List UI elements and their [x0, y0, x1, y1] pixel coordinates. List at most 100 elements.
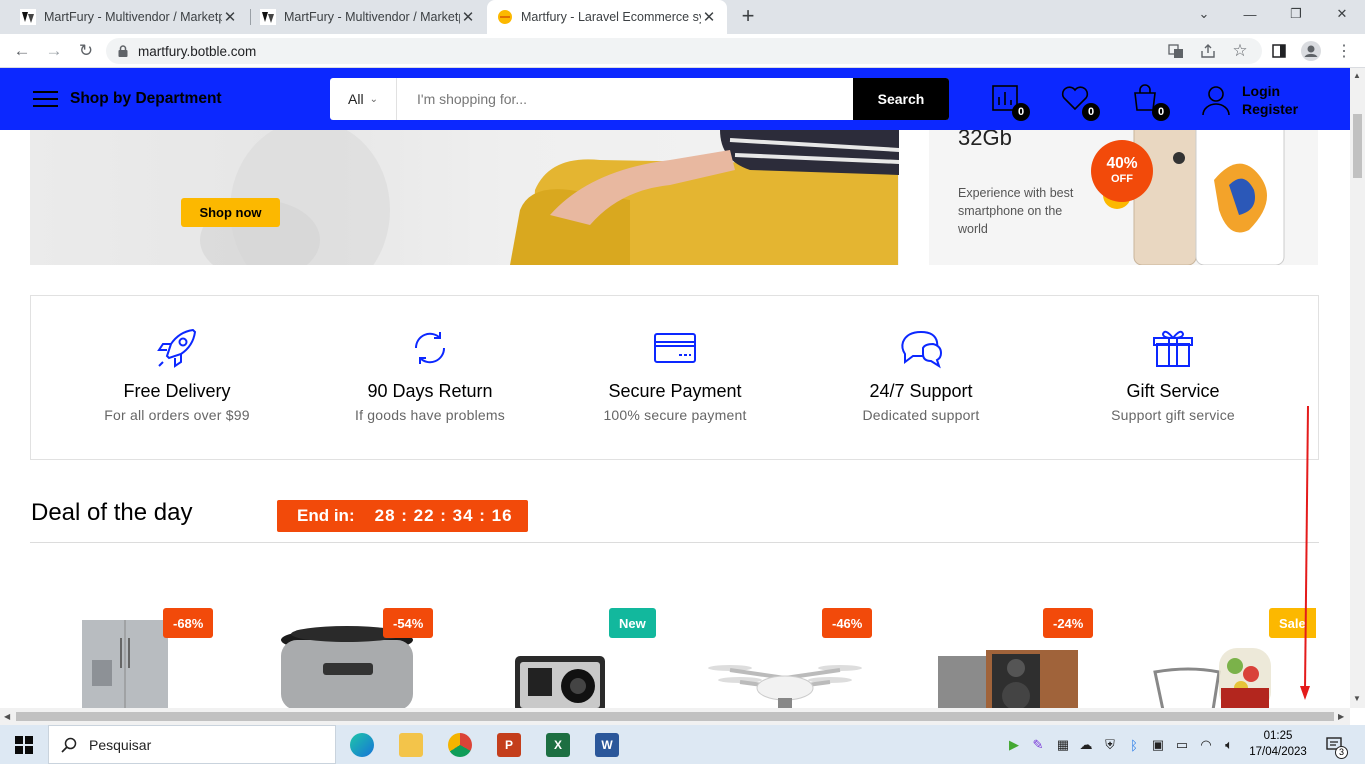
clock-time: 01:25 — [1263, 730, 1293, 742]
department-label: Shop by Department — [70, 90, 222, 107]
product-search-form: All ⌄ Search — [330, 78, 949, 120]
page-viewport: Shop by Department All ⌄ Search 0 0 0 Lo… — [0, 68, 1350, 708]
word-icon[interactable]: W — [595, 733, 619, 757]
register-link[interactable]: Register — [1242, 100, 1298, 118]
taskbar-clock[interactable]: 01:25 17/04/2023 — [1245, 728, 1311, 760]
user-icon — [1202, 86, 1230, 116]
close-tab-icon[interactable]: ✕ — [701, 8, 717, 26]
tab-title: MartFury - Multivendor / Marketp — [44, 10, 222, 24]
more-menu-icon[interactable]: ⋮ — [1334, 41, 1354, 61]
site-header: Shop by Department All ⌄ Search 0 0 0 Lo… — [0, 68, 1350, 130]
shop-by-department-menu[interactable]: Shop by Department — [33, 86, 222, 112]
hero-banner[interactable]: Shop now — [30, 130, 899, 265]
martfury-favicon — [498, 10, 512, 24]
chat-icon — [901, 330, 943, 369]
discount-off-label: OFF — [1111, 173, 1133, 185]
deal-of-the-day-heading: Deal of the day — [31, 499, 193, 526]
feature-title: 24/7 Support — [869, 381, 973, 401]
network-monitor-icon[interactable]: ▦ — [1055, 737, 1071, 753]
pen-icon[interactable]: ✎ — [1030, 737, 1046, 753]
wifi-icon[interactable]: ◠ — [1198, 737, 1214, 753]
minimize-button[interactable]: — — [1227, 0, 1273, 28]
url-text: martfury.botble.com — [138, 43, 257, 59]
scroll-up-arrow-icon[interactable]: ▲ — [1353, 71, 1361, 80]
browser-tab-2[interactable]: MartFury - Multivendor / Marketp ✕ — [250, 0, 486, 34]
product-card[interactable]: -46% — [700, 608, 900, 708]
taskbar-search-text: Pesquisar — [89, 736, 152, 753]
search-input[interactable] — [397, 78, 853, 120]
scroll-left-arrow-icon[interactable]: ◀ — [4, 712, 10, 721]
cloud-offline-icon[interactable]: ☁ — [1078, 737, 1094, 753]
product-card[interactable]: New — [490, 608, 690, 708]
search-category-value: All — [348, 91, 364, 107]
product-tag: -54% — [383, 608, 434, 638]
feature-support: 24/7 Support Dedicated support — [801, 296, 1041, 423]
vertical-scrollbar[interactable]: ▲ ▼ — [1350, 68, 1365, 708]
back-icon[interactable]: ← — [10, 39, 34, 63]
countdown-value: 28 : 22 : 34 : 16 — [374, 506, 513, 525]
wishlist-count-badge: 0 — [1082, 103, 1100, 121]
discount-badge: 40% OFF — [1091, 140, 1153, 202]
reload-icon[interactable]: ↻ — [74, 39, 98, 63]
file-explorer-icon[interactable] — [399, 733, 423, 757]
martfury-favicon — [20, 9, 36, 25]
feature-title: Secure Payment — [608, 381, 742, 401]
windows-start-icon[interactable] — [15, 736, 33, 754]
cart-button[interactable]: 0 — [1130, 83, 1170, 121]
search-category-select[interactable]: All ⌄ — [330, 78, 397, 120]
clock-date: 17/04/2023 — [1249, 746, 1307, 758]
close-tab-icon[interactable]: ✕ — [222, 8, 238, 26]
blender-icon — [1153, 648, 1271, 708]
wishlist-button[interactable]: 0 — [1060, 83, 1100, 121]
cart-count-badge: 0 — [1152, 103, 1170, 121]
martfury-favicon — [260, 9, 276, 25]
bookmark-star-icon[interactable]: ☆ — [1230, 41, 1250, 61]
media-player-icon[interactable]: ▶ — [1006, 737, 1022, 753]
tab-search-icon[interactable]: ⌄ — [1181, 0, 1227, 28]
address-bar[interactable]: martfury.botble.com — [106, 38, 1262, 64]
countdown-label: End in: — [297, 506, 355, 525]
scrollbar-thumb[interactable] — [16, 712, 1334, 721]
shop-now-button[interactable]: Shop now — [181, 198, 280, 227]
chrome-icon[interactable] — [448, 733, 472, 757]
product-card[interactable]: -68% — [30, 608, 230, 708]
edge-icon[interactable] — [350, 733, 374, 757]
new-tab-button[interactable]: + — [737, 3, 759, 31]
side-panel-icon[interactable] — [1269, 41, 1289, 61]
battery-icon[interactable]: ▭ — [1174, 737, 1190, 753]
scroll-down-arrow-icon[interactable]: ▼ — [1353, 694, 1361, 703]
security-shield-icon[interactable]: ⛨ — [1102, 737, 1118, 753]
browser-tab-1[interactable]: MartFury - Multivendor / Marketp ✕ — [10, 0, 248, 34]
powerpoint-icon[interactable]: P — [497, 733, 521, 757]
browser-tab-strip: MartFury - Multivendor / Marketp ✕ MartF… — [0, 0, 1365, 34]
search-button[interactable]: Search — [853, 78, 949, 120]
feature-title: 90 Days Return — [367, 381, 493, 401]
browser-tab-3-active[interactable]: Martfury - Laravel Ecommerce sy ✕ — [487, 0, 727, 34]
close-window-button[interactable]: ✕ — [1319, 0, 1365, 28]
discount-percent: 40% — [1106, 155, 1138, 172]
translate-icon[interactable] — [1166, 41, 1186, 61]
features-bar: Free Delivery For all orders over $99 90… — [30, 295, 1319, 460]
profile-avatar-icon[interactable] — [1301, 41, 1321, 61]
product-card[interactable]: Sale — [1149, 608, 1349, 708]
product-tag: -46% — [822, 608, 873, 638]
scrollbar-thumb[interactable] — [1353, 114, 1362, 178]
volume-icon[interactable]: 🔈︎ — [1221, 737, 1237, 753]
promo-banner-phone[interactable]: 32Gb Experience with best smartphone on … — [929, 130, 1318, 265]
taskbar-search[interactable]: Pesquisar — [48, 725, 336, 764]
restore-button[interactable]: ❐ — [1273, 0, 1319, 28]
device-icon[interactable]: ▣ — [1150, 737, 1166, 753]
refresh-icon — [414, 332, 446, 364]
compare-button[interactable]: 0 — [990, 83, 1030, 121]
product-card[interactable]: -54% — [253, 608, 453, 708]
share-icon[interactable] — [1198, 41, 1218, 61]
horizontal-scrollbar[interactable]: ◀ ▶ — [0, 708, 1350, 725]
search-icon — [61, 737, 77, 753]
bluetooth-icon[interactable]: ᛒ — [1126, 737, 1142, 753]
login-link[interactable]: Login — [1242, 82, 1298, 100]
excel-icon[interactable]: X — [546, 733, 570, 757]
close-tab-icon[interactable]: ✕ — [460, 8, 476, 26]
scroll-right-arrow-icon[interactable]: ▶ — [1338, 712, 1344, 721]
product-card[interactable]: -24% — [920, 608, 1120, 708]
forward-icon[interactable]: → — [42, 39, 66, 63]
